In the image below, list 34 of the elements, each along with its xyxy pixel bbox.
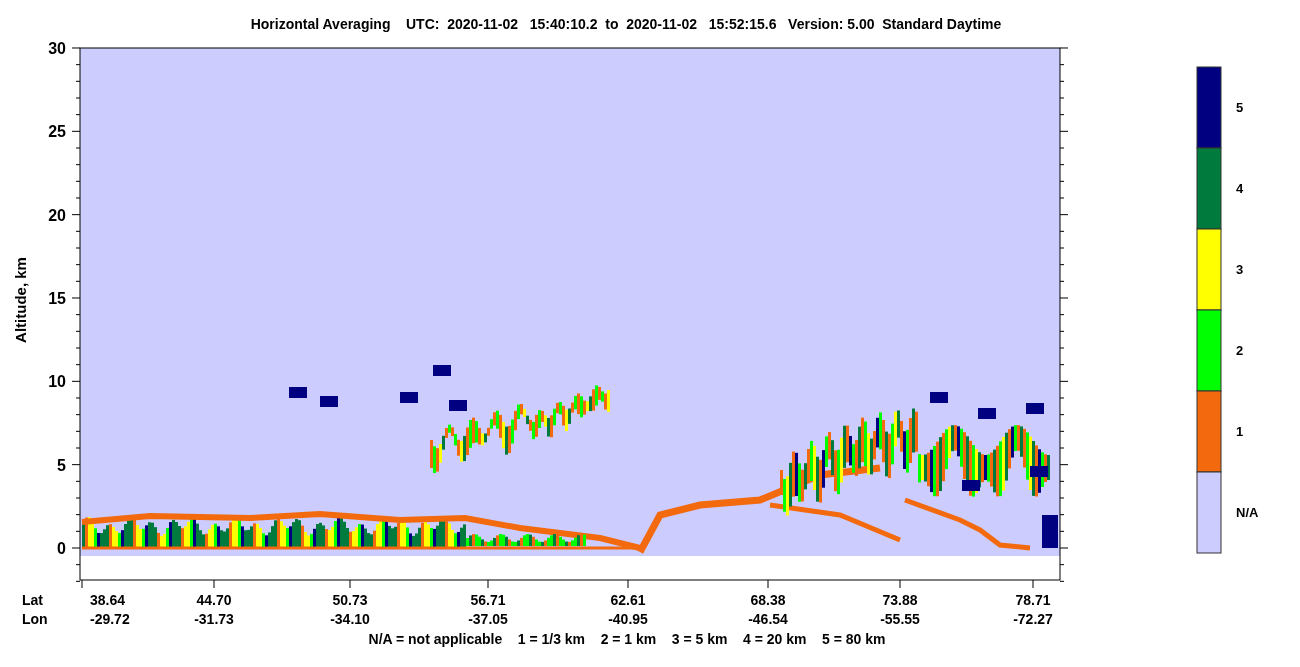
legend-footnote: N/A = not applicable 1 = 1/3 km 2 = 1 km 3 = 5 km 4 = 20 km 5 = 80 km	[368, 631, 886, 647]
longitude-label: -55.55	[880, 611, 920, 627]
colorbar-label: 5	[1236, 100, 1244, 115]
latitude-label: 50.73	[332, 592, 368, 608]
colorbar-label: 1	[1236, 424, 1244, 439]
longitude-label: -37.05	[468, 611, 508, 627]
latitude-label: 78.71	[1015, 592, 1051, 608]
y-tick-label: 10	[48, 373, 66, 391]
y-axis-title: Altitude, km	[12, 257, 29, 343]
longitude-label: -29.72	[90, 611, 130, 627]
latitude-label: 56.71	[470, 592, 506, 608]
longitude-label: -31.73	[194, 611, 234, 627]
colorbar-label: 4	[1236, 181, 1244, 196]
lat-row-label: Lat	[22, 592, 43, 608]
y-tick-label: 30	[48, 40, 66, 57]
longitude-label: -40.95	[608, 611, 648, 627]
latitude-label: 38.64	[90, 592, 126, 608]
lon-row-label: Lon	[22, 611, 48, 627]
longitude-label: -46.54	[748, 611, 788, 627]
longitude-label: -72.27	[1013, 611, 1053, 627]
y-tick-label: 20	[48, 206, 66, 224]
colorbar-label: 3	[1236, 262, 1244, 277]
y-tick-label: 5	[57, 456, 66, 474]
chart-title: Horizontal Averaging UTC: 2020-11-02 15:40:10.2 to 2020-11-02 15:52:15.6 Version: 5.00 Standard Daytime	[250, 16, 1002, 32]
y-tick-label: 25	[48, 123, 66, 141]
latitude-label: 68.38	[750, 592, 786, 608]
latitude-label: 62.61	[610, 592, 646, 608]
colorbar-label: N/A	[1236, 505, 1259, 520]
y-tick-label: 15	[48, 290, 66, 307]
longitude-label: -34.10	[330, 611, 370, 627]
latitude-label: 44.70	[196, 592, 232, 608]
latitude-label: 73.88	[882, 592, 918, 608]
y-tick-label: 0	[57, 540, 66, 557]
colorbar-label: 2	[1236, 343, 1244, 358]
